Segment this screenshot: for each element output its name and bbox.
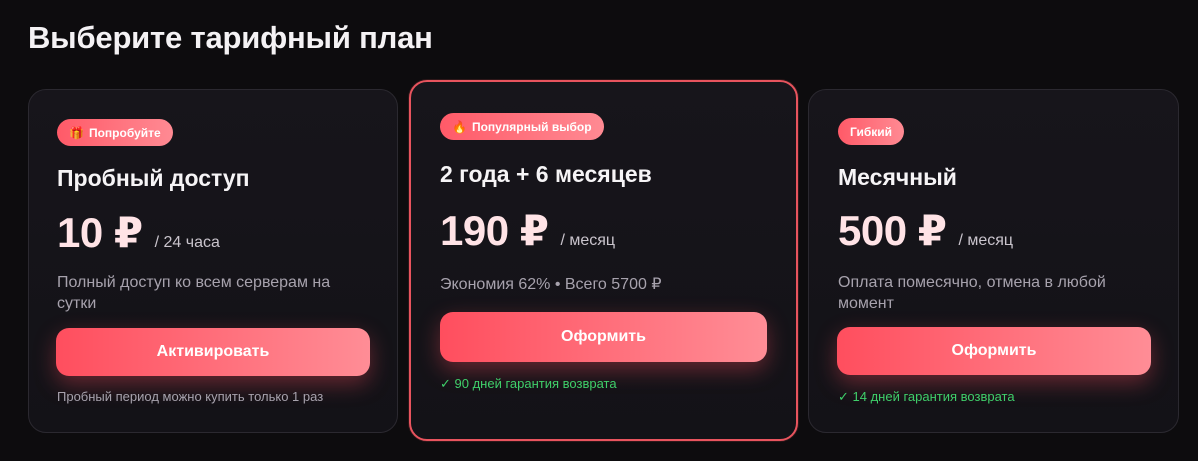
plan-name: Месячный: [838, 164, 957, 190]
fire-icon: 🔥: [452, 119, 467, 134]
plan-badge-label: Гибкий: [850, 124, 893, 139]
plan-description: Оплата помесячно, отмена в любой момент: [838, 274, 1106, 312]
gift-icon: 🎁: [69, 125, 84, 140]
subscribe-button[interactable]: Оформить: [440, 312, 767, 362]
refund-guarantee: ✓ 14 дней гарантия возврата: [838, 389, 1015, 404]
plan-badge-label: Попробуйте: [88, 125, 161, 140]
plan-badge: 🔥 Популярный выбор: [440, 113, 604, 140]
plan-badge: 🎁 Попробуйте: [57, 119, 173, 146]
plan-badge: Гибкий: [838, 118, 905, 145]
page-title: Выберите тарифный план: [28, 20, 433, 55]
trial-note: Пробный период можно купить только 1 раз: [57, 389, 324, 404]
plan-period: / месяц: [560, 232, 616, 249]
plan-card-popular: 🔥 Популярный выбор 2 года + 6 месяцев 19…: [409, 80, 798, 441]
plan-badge-label: Популярный выбор: [471, 119, 592, 134]
activate-button[interactable]: Активировать: [56, 328, 370, 376]
plan-period: / месяц: [958, 232, 1014, 249]
plan-period: / 24 часа: [154, 234, 220, 251]
plan-description: Полный доступ ко всем серверам на сутки: [57, 274, 331, 312]
plan-price: 190 ₽: [440, 207, 549, 254]
subscribe-button[interactable]: Оформить: [837, 327, 1151, 375]
price-row: 190 ₽ / месяц: [440, 206, 615, 255]
plan-card-monthly: Гибкий Месячный 500 ₽ / месяц Оплата пом…: [808, 89, 1179, 433]
plan-price: 10 ₽: [57, 209, 143, 256]
plan-name: 2 года + 6 месяцев: [440, 161, 652, 187]
plan-price: 500 ₽: [838, 207, 947, 254]
plan-name: Пробный доступ: [57, 165, 250, 191]
price-row: 10 ₽ / 24 часа: [57, 208, 220, 257]
price-row: 500 ₽ / месяц: [838, 206, 1013, 255]
plan-card-trial: 🎁 Попробуйте Пробный доступ 10 ₽ / 24 ча…: [28, 89, 398, 433]
refund-guarantee: ✓ 90 дней гарантия возврата: [440, 376, 617, 391]
plan-description: Экономия 62% • Всего 5700 ₽: [440, 276, 662, 293]
